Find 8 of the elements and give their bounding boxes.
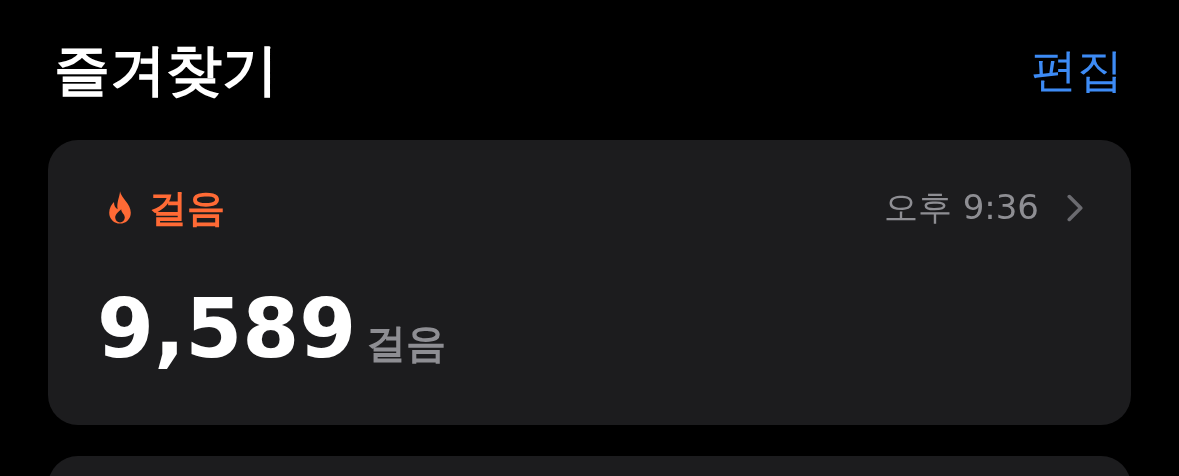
timestamp: 오후 9:36 <box>883 186 1039 229</box>
section-title: 즐겨찾기 <box>54 42 278 98</box>
edit-link[interactable]: 편집 <box>1031 47 1123 93</box>
summary-card[interactable]: 걸음 오후 9:36 9,589 걸음 <box>48 140 1131 425</box>
step-count: 9,589 <box>97 288 357 370</box>
chevron-icon <box>1067 194 1083 222</box>
category-label: 걸음 <box>149 184 226 232</box>
unit-label: 걸음 <box>366 319 447 368</box>
